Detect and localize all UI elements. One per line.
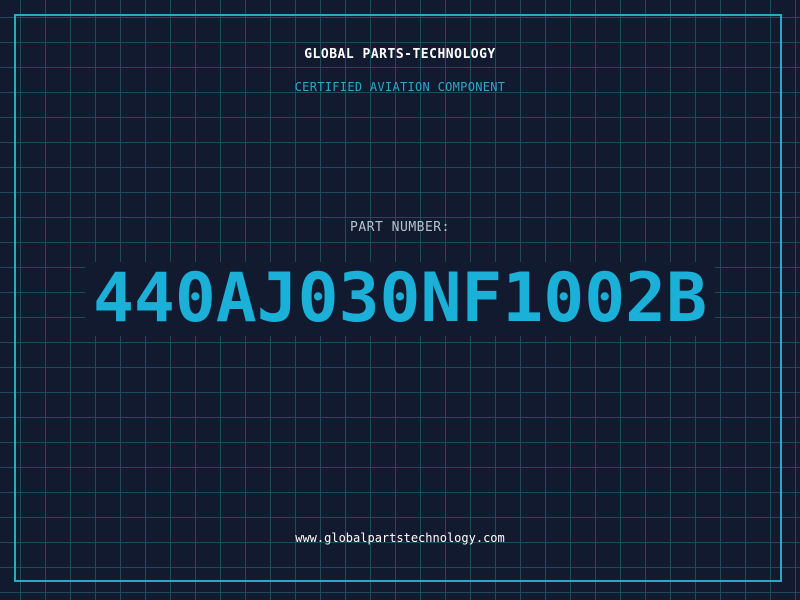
part-number-container: 440AJ030NF1002B (0, 262, 800, 336)
part-number-label: PART NUMBER: (350, 220, 450, 235)
website-url[interactable]: www.globalpartstechnology.com (0, 531, 800, 545)
certification-tagline: CERTIFIED AVIATION COMPONENT (294, 80, 506, 94)
company-name: GLOBAL PARTS-TECHNOLOGY (304, 47, 496, 62)
part-number-value: 440AJ030NF1002B (84, 262, 716, 336)
